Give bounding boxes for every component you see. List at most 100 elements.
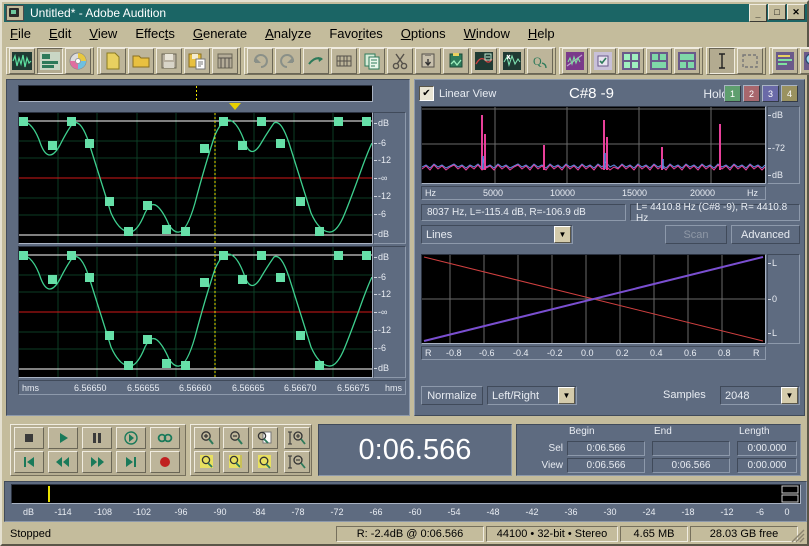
undo-icon[interactable] (247, 48, 273, 74)
menu-help[interactable]: Help (528, 26, 555, 41)
record-button[interactable] (150, 451, 180, 473)
level-meter[interactable] (11, 484, 801, 504)
normalize-button[interactable]: Normalize (421, 386, 483, 405)
play-to-end-button[interactable] (116, 427, 146, 449)
show-mixers-icon[interactable] (618, 48, 644, 74)
zoom-to-sel-right-button[interactable] (223, 451, 249, 473)
close-button[interactable]: ✕ (787, 4, 805, 20)
delete-selection-icon[interactable] (499, 48, 525, 74)
sel-end-field[interactable] (652, 441, 730, 456)
zoom-to-sel-left-button[interactable] (194, 451, 220, 473)
show-transport-icon[interactable] (646, 48, 672, 74)
phase-level-scale[interactable]: L 0 L (767, 254, 800, 344)
waveform-scale-left[interactable]: dB -6 -12 -∞ -12 -6 dB (373, 112, 406, 244)
save-as-icon[interactable] (184, 48, 210, 74)
spectrum-graph[interactable] (421, 106, 766, 184)
hold-button-2[interactable]: 2 (743, 85, 760, 102)
resize-grip-icon[interactable] (791, 529, 805, 543)
menu-file[interactable]: FFileile (10, 26, 31, 41)
menu-edit[interactable]: Edit (49, 26, 71, 41)
redo-icon[interactable] (275, 48, 301, 74)
trim-icon[interactable] (471, 48, 497, 74)
show-levels-icon[interactable] (674, 48, 700, 74)
waveform-channel-right[interactable] (18, 246, 373, 378)
open-file-icon[interactable] (128, 48, 154, 74)
convert-sample-type-icon[interactable] (331, 48, 357, 74)
mix-paste-icon[interactable] (443, 48, 469, 74)
level-readout: R: -2.4dB @ 0:06.566 (336, 526, 484, 542)
file-size: 4.65 MB (620, 526, 688, 542)
view-length-field[interactable]: 0:00.000 (737, 458, 797, 473)
menu-generate[interactable]: Generate (193, 26, 247, 41)
cursor-marker-top-icon[interactable] (229, 103, 241, 110)
waveform-view-icon[interactable] (9, 48, 35, 74)
menu-favorites[interactable]: Favorites (329, 26, 382, 41)
fast-forward-button[interactable] (82, 451, 112, 473)
zoom-in-horizontal-button[interactable] (194, 427, 220, 449)
spectrum-db-scale[interactable]: dB -72 dB (767, 106, 800, 184)
go-to-end-button[interactable] (116, 451, 146, 473)
phase-pan-axis[interactable]: R -0.8 -0.6 -0.4 -0.2 0.0 0.2 0.4 0.6 0.… (421, 346, 766, 360)
edit-tool-icon[interactable] (709, 48, 735, 74)
show-waveform-icon[interactable] (562, 48, 588, 74)
samples-dropdown[interactable]: 2048 ▼ (720, 386, 800, 405)
new-file-icon[interactable] (100, 48, 126, 74)
paste-icon[interactable] (415, 48, 441, 74)
menu-options[interactable]: Options (401, 26, 446, 41)
spectrum-hz-axis[interactable]: Hz 5000 10000 15000 20000 Hz (421, 186, 766, 200)
cut-icon[interactable] (387, 48, 413, 74)
rewind-button[interactable] (48, 451, 78, 473)
display-type-dropdown[interactable]: Lines ▼ (421, 225, 573, 244)
chevron-down-icon[interactable]: ▼ (558, 387, 575, 404)
show-organizer-icon[interactable] (590, 48, 616, 74)
overview-scrollbar[interactable] (18, 85, 373, 102)
sel-begin-field[interactable]: 0:06.566 (567, 441, 645, 456)
time-ruler[interactable]: hms 6.56650 6.56655 6.56660 6.56665 6.56… (18, 380, 406, 395)
cd-view-icon[interactable] (65, 48, 91, 74)
minimize-button[interactable]: _ (749, 4, 767, 22)
frequency-analysis-icon[interactable] (772, 48, 798, 74)
menu-view[interactable]: View (89, 26, 117, 41)
maximize-button[interactable]: □ (768, 4, 786, 20)
hold-button-1[interactable]: 1 (724, 85, 741, 102)
menu-analyze[interactable]: Analyze (265, 26, 311, 41)
go-to-beginning-button[interactable] (14, 451, 44, 473)
spectral-view-icon[interactable] (800, 48, 809, 74)
hold-button-3[interactable]: 3 (762, 85, 779, 102)
marquee-tool-icon[interactable] (737, 48, 763, 74)
scale-label: dB (373, 228, 390, 239)
chevron-down-icon[interactable]: ▼ (781, 387, 798, 404)
stop-button[interactable] (14, 427, 44, 449)
loop-play-button[interactable] (150, 427, 180, 449)
save-icon[interactable] (156, 48, 182, 74)
repeat-last-command-icon[interactable] (303, 48, 329, 74)
waveform-scale-right[interactable]: dB -6 -12 -∞ -12 -6 dB (373, 246, 406, 378)
phase-graph[interactable] (421, 254, 766, 344)
scale-label: -12 (373, 325, 392, 336)
sel-length-field[interactable]: 0:00.000 (737, 441, 797, 456)
play-button[interactable] (48, 427, 78, 449)
close-file-icon[interactable] (212, 48, 238, 74)
zoom-in-vertical-button[interactable] (284, 427, 310, 449)
view-begin-field[interactable]: 0:06.566 (567, 458, 645, 473)
menu-effects[interactable]: Effects (135, 26, 175, 41)
zoom-out-horizontal-button[interactable] (223, 427, 249, 449)
copy-icon[interactable] (359, 48, 385, 74)
chevron-down-icon[interactable]: ▼ (554, 226, 571, 243)
scan-button[interactable]: Scan (665, 225, 727, 244)
waveform-channel-left[interactable] (18, 112, 373, 244)
menu-window[interactable]: Window (464, 26, 510, 41)
meter-tick: -36 (564, 507, 578, 517)
zoom-full-button[interactable] (252, 427, 278, 449)
advanced-button[interactable]: Advanced (731, 225, 800, 244)
linear-view-checkbox[interactable]: ✔ (419, 86, 434, 101)
multitrack-view-icon[interactable] (37, 48, 63, 74)
time-display-panel[interactable]: 0:06.566 (318, 424, 512, 476)
zoom-to-selection-button[interactable] (252, 451, 278, 473)
hold-button-4[interactable]: 4 (781, 85, 798, 102)
find-beats-icon[interactable]: Q (527, 48, 553, 74)
zoom-out-vertical-button[interactable] (284, 451, 310, 473)
channel-mode-dropdown[interactable]: Left/Right ▼ (487, 386, 577, 405)
pause-button[interactable] (82, 427, 112, 449)
view-end-field[interactable]: 0:06.566 (652, 458, 730, 473)
